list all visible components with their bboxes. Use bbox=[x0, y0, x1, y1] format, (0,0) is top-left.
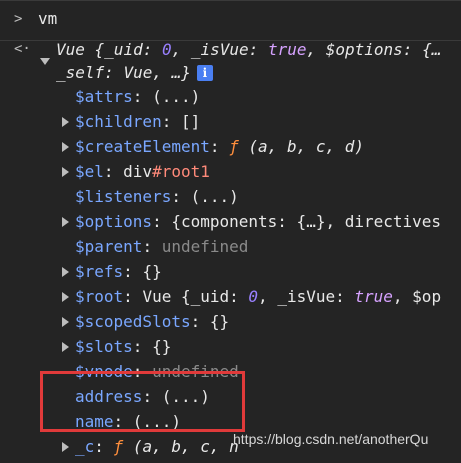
property-colon: : bbox=[94, 437, 114, 456]
object-summary-line-2[interactable]: _self: Vue, …} i bbox=[56, 62, 213, 84]
summary-value-isvue: true bbox=[267, 40, 307, 59]
object-constructor: Vue bbox=[56, 40, 85, 59]
root-summary-part: _uid bbox=[190, 287, 230, 306]
summary-key-self: _self bbox=[56, 63, 105, 82]
root-summary-part: , bbox=[392, 287, 413, 306]
console-command[interactable]: vm bbox=[38, 9, 57, 28]
property-value: {} bbox=[142, 262, 162, 281]
property-row[interactable]: $attrs: (...) bbox=[75, 86, 200, 108]
summary-comma: , bbox=[171, 40, 191, 59]
property-colon: : bbox=[209, 137, 230, 156]
root-summary-part: _isVue bbox=[277, 287, 336, 306]
property-row[interactable]: $root: Vue {_uid: 0, _isVue: true, $op bbox=[75, 286, 441, 308]
property-row[interactable]: $slots: {} bbox=[75, 336, 171, 358]
property-colon: : bbox=[123, 287, 143, 306]
property-row[interactable]: $el: div#root1 bbox=[75, 161, 210, 183]
property-key: $el bbox=[75, 162, 104, 181]
root-summary-part: $op bbox=[412, 287, 442, 306]
property-key: $root bbox=[75, 287, 124, 306]
property-key: $options bbox=[75, 212, 153, 231]
watermark: https://blog.csdn.net/anotherQu bbox=[233, 431, 429, 447]
property-colon: : bbox=[190, 312, 210, 331]
property-row[interactable]: $refs: {} bbox=[75, 261, 162, 283]
highlight-box bbox=[40, 371, 245, 432]
property-value[interactable]: (...) bbox=[152, 87, 200, 106]
property-value: undefined bbox=[161, 237, 249, 256]
return-value-icon: <· bbox=[14, 41, 31, 57]
property-row[interactable]: $createElement: ƒ (a, b, c, d) bbox=[75, 136, 364, 158]
root-summary-part: , bbox=[258, 287, 278, 306]
property-row[interactable]: $options: {components: {…}, directives bbox=[75, 211, 441, 233]
property-colon: : bbox=[161, 112, 181, 131]
property-key: $listeners bbox=[75, 187, 172, 206]
property-value: Vue {_uid: 0, _isVue: true, $op bbox=[142, 287, 441, 306]
info-icon[interactable]: i bbox=[196, 65, 213, 81]
expand-triangle-icon[interactable] bbox=[40, 58, 50, 65]
property-key: $attrs bbox=[75, 87, 133, 106]
function-marker: ƒ bbox=[229, 137, 239, 156]
property-value[interactable]: (...) bbox=[191, 187, 239, 206]
element-id: #root1 bbox=[152, 162, 210, 181]
prompt-chevron-icon: > bbox=[14, 11, 23, 27]
summary-comma: , bbox=[306, 40, 326, 59]
root-summary-part: 0 bbox=[248, 287, 259, 306]
expand-triangle-icon[interactable] bbox=[62, 167, 69, 177]
property-key: _c bbox=[75, 437, 95, 456]
root-summary-part: : bbox=[229, 287, 249, 306]
property-value: [] bbox=[180, 112, 201, 131]
console-input-row: > vm bbox=[0, 0, 461, 41]
expand-triangle-icon[interactable] bbox=[62, 267, 69, 277]
element-tag: div bbox=[123, 162, 153, 181]
function-marker: ƒ bbox=[113, 437, 124, 456]
property-value: {} bbox=[209, 312, 230, 331]
property-colon: : bbox=[171, 187, 191, 206]
property-colon: : bbox=[123, 262, 143, 281]
property-row[interactable]: $children: [] bbox=[75, 111, 200, 133]
property-colon: : bbox=[152, 212, 172, 231]
expand-triangle-icon[interactable] bbox=[62, 342, 69, 352]
property-key: $children bbox=[75, 112, 162, 131]
property-key: $scopedSlots bbox=[75, 312, 191, 331]
property-row[interactable]: _c: ƒ (a, b, c, n bbox=[75, 436, 239, 458]
root-summary-part: true bbox=[354, 287, 393, 306]
summary-colon: : bbox=[142, 40, 162, 59]
summary-colon: : bbox=[104, 63, 124, 82]
expand-triangle-icon[interactable] bbox=[62, 442, 69, 452]
property-colon: : bbox=[132, 87, 153, 106]
property-value: div#root1 bbox=[123, 162, 210, 181]
property-key: $slots bbox=[75, 337, 133, 356]
summary-key-uid: _uid bbox=[104, 40, 143, 59]
property-key: $createElement bbox=[75, 137, 210, 156]
expand-triangle-icon[interactable] bbox=[62, 142, 69, 152]
property-value: {components: {…}, directives bbox=[171, 212, 442, 231]
summary-value-self: Vue, …} bbox=[123, 63, 191, 82]
property-value: (a, b, c, n bbox=[132, 437, 239, 456]
expand-triangle-icon[interactable] bbox=[62, 292, 69, 302]
root-summary-part: Vue { bbox=[142, 287, 191, 306]
property-row[interactable]: $scopedSlots: {} bbox=[75, 311, 229, 333]
property-row[interactable]: $parent: undefined bbox=[75, 236, 248, 258]
summary-colon: : bbox=[402, 40, 423, 59]
property-colon: : bbox=[142, 237, 162, 256]
property-value: {} bbox=[152, 337, 172, 356]
property-colon: : bbox=[132, 337, 153, 356]
property-colon: : bbox=[103, 162, 124, 181]
expand-triangle-icon[interactable] bbox=[62, 217, 69, 227]
summary-brace: { bbox=[84, 40, 105, 59]
summary-colon: : bbox=[248, 40, 268, 59]
summary-key-options: $options bbox=[325, 40, 403, 59]
object-summary-line[interactable]: Vue {_uid: 0, _isVue: true, $options: {… bbox=[56, 39, 441, 61]
summary-key-isvue: _isVue bbox=[190, 40, 249, 59]
property-key: $refs bbox=[75, 262, 124, 281]
summary-value-uid: 0 bbox=[161, 40, 172, 59]
summary-value-options: {… bbox=[422, 40, 442, 59]
property-row[interactable]: $listeners: (...) bbox=[75, 186, 239, 208]
property-value: (a, b, c, d) bbox=[248, 137, 364, 156]
property-key: $parent bbox=[75, 237, 143, 256]
expand-triangle-icon[interactable] bbox=[62, 117, 69, 127]
root-summary-part: : bbox=[335, 287, 355, 306]
expand-triangle-icon[interactable] bbox=[62, 317, 69, 327]
